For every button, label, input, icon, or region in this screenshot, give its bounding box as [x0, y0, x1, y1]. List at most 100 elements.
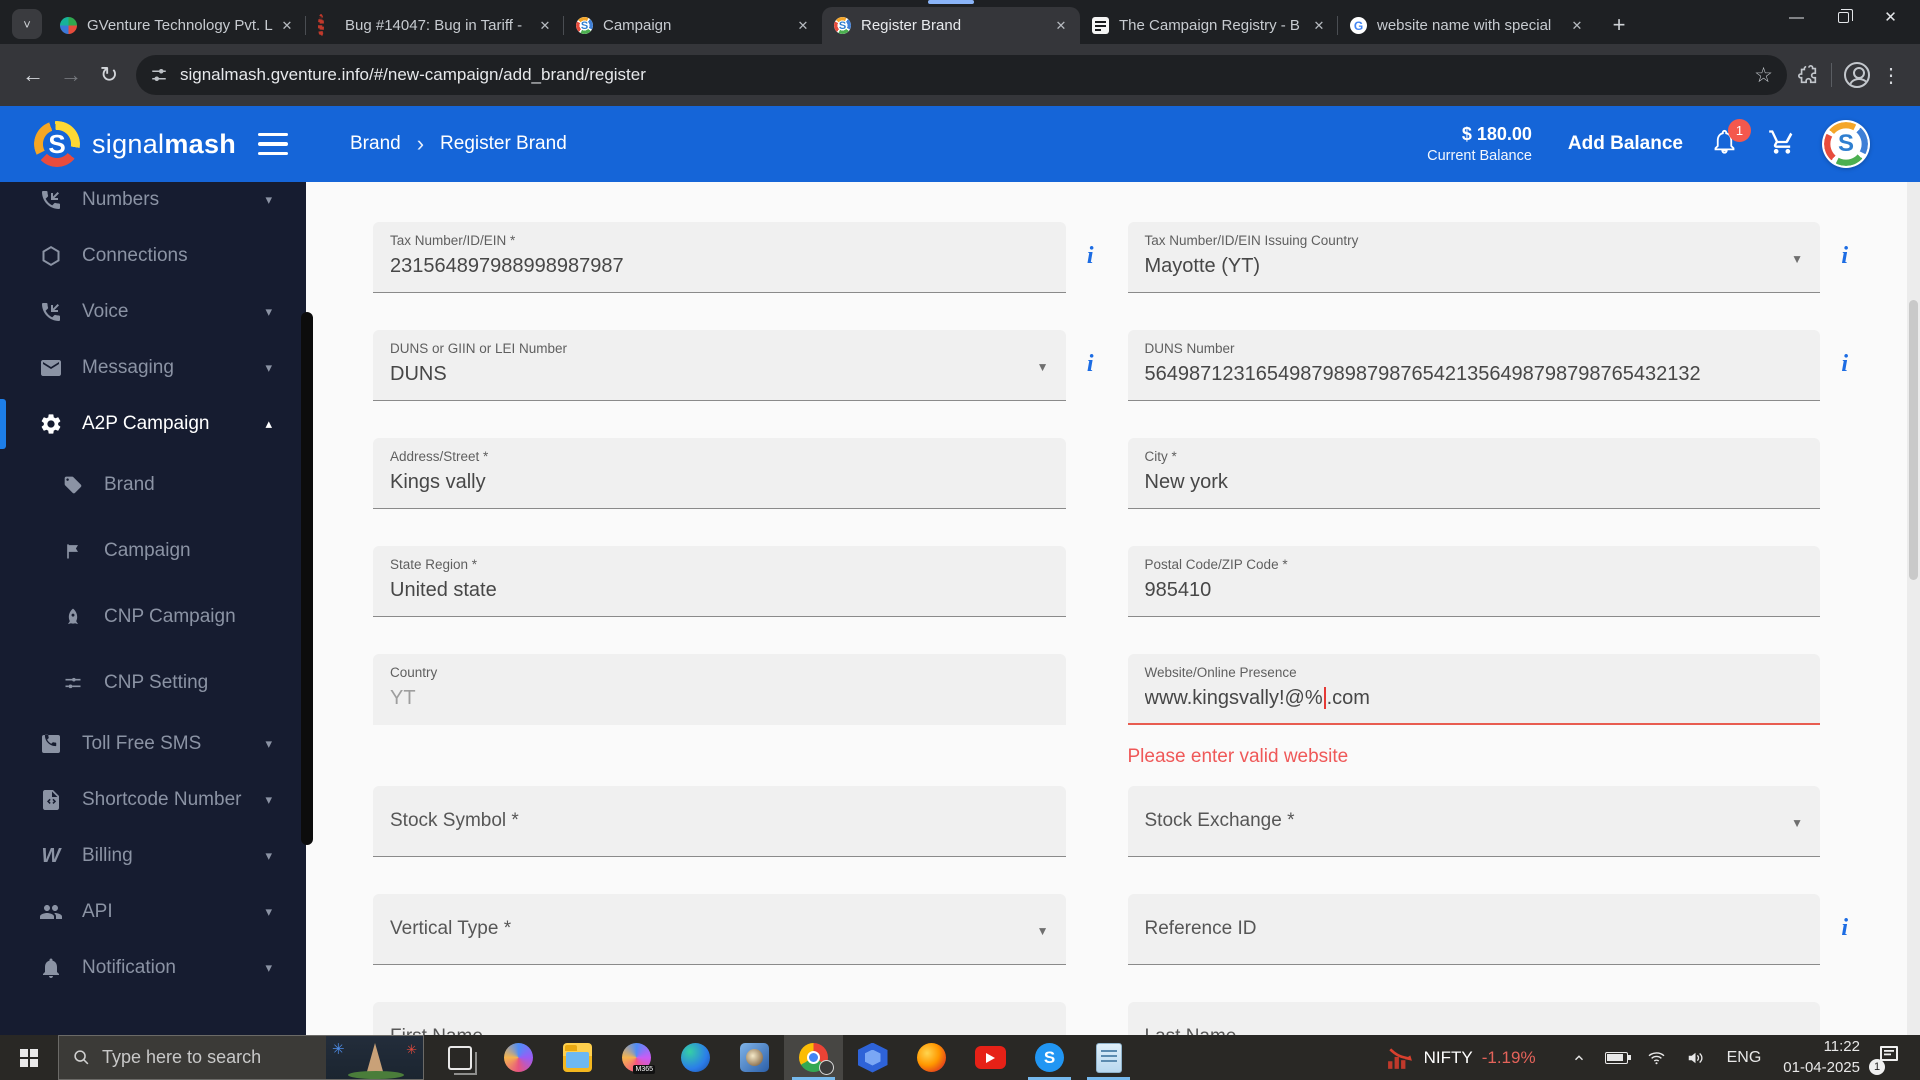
cart-button[interactable]	[1768, 128, 1796, 161]
sidebar-item-toll-free-sms[interactable]: Toll Free SMS ▾	[0, 716, 306, 772]
close-icon[interactable]: ✕	[794, 17, 812, 35]
postal-code-field[interactable]: Postal Code/ZIP Code * 985410	[1127, 546, 1820, 617]
sidebar-item-notification[interactable]: Notification ▾	[0, 940, 306, 996]
close-icon[interactable]: ✕	[1310, 17, 1328, 35]
page-scrollbar[interactable]	[1907, 182, 1920, 1035]
close-icon[interactable]: ✕	[536, 17, 554, 35]
close-icon[interactable]: ✕	[278, 17, 296, 35]
bookmark-star-icon[interactable]: ☆	[1754, 63, 1773, 88]
volume-icon[interactable]	[1685, 1049, 1706, 1067]
browser-profile-icon[interactable]	[1844, 62, 1870, 88]
youtube-button[interactable]	[961, 1035, 1020, 1080]
search-highlight-image[interactable]: ✳ ✳	[326, 1036, 423, 1079]
website-field[interactable]: Website/Online Presence www.kingsvally!@…	[1127, 654, 1820, 725]
sidebar-item-brand[interactable]: Brand	[0, 452, 306, 518]
hamburger-menu-icon[interactable]	[258, 132, 288, 156]
tax-number-field[interactable]: Tax Number/ID/EIN * 23156489798899898798…	[373, 222, 1094, 293]
restore-button[interactable]	[1820, 0, 1867, 34]
stock-symbol-field[interactable]: Stock Symbol *	[373, 786, 1066, 857]
sidebar-item-cnp-campaign[interactable]: CNP Campaign	[0, 584, 306, 650]
firefox-button[interactable]	[902, 1035, 961, 1080]
new-tab-button[interactable]: +	[1604, 10, 1634, 40]
state-region-field[interactable]: State Region * United state	[373, 546, 1066, 617]
tax-issuing-country-select[interactable]: Tax Number/ID/EIN Issuing Country Mayott…	[1127, 222, 1848, 293]
notepad-button[interactable]	[1079, 1035, 1138, 1080]
photo-viewer-button[interactable]	[725, 1035, 784, 1080]
address-bar[interactable]: signalmash.gventure.info/#/new-campaign/…	[136, 55, 1787, 95]
sidebar-item-voice[interactable]: Voice ▾	[0, 284, 306, 340]
copilot-app-button[interactable]	[489, 1035, 548, 1080]
wifi-icon[interactable]	[1646, 1049, 1667, 1067]
stock-exchange-select[interactable]: Stock Exchange * ▼	[1127, 786, 1820, 857]
user-avatar[interactable]: S	[1822, 120, 1870, 168]
url-text[interactable]: signalmash.gventure.info/#/new-campaign/…	[180, 65, 1744, 85]
add-balance-button[interactable]: Add Balance	[1568, 133, 1683, 155]
language-indicator[interactable]: ENG	[1727, 1049, 1762, 1067]
forward-button[interactable]: →	[52, 56, 90, 94]
duns-number-field[interactable]: DUNS Number 5649871231654987989879876542…	[1127, 330, 1848, 401]
tab-redmine-bug[interactable]: Bug #14047: Bug in Tariff - ✕	[305, 7, 564, 44]
info-icon[interactable]: i	[1841, 915, 1848, 942]
clock[interactable]: 11:22 01-04-2025	[1783, 1037, 1860, 1078]
tab-title: website name with special	[1377, 17, 1552, 34]
notification-center-button[interactable]: 1	[1869, 1043, 1902, 1075]
tab-campaign[interactable]: S Campaign ✕	[563, 7, 822, 44]
first-name-field[interactable]: First Name	[373, 1002, 1066, 1035]
tab-gventure[interactable]: GVenture Technology Pvt. L ✕	[48, 7, 306, 44]
tab-search-button[interactable]: ˅	[12, 9, 42, 39]
field-label: Postal Code/ZIP Code *	[1144, 557, 1288, 572]
signalmash-logo-icon[interactable]: S	[34, 121, 80, 167]
browser-menu-icon[interactable]: ⋮	[1876, 63, 1906, 88]
signalmash-logo-text[interactable]: signalmash	[92, 129, 236, 160]
close-window-button[interactable]: ✕	[1867, 0, 1914, 34]
hexagon-app-button[interactable]	[843, 1035, 902, 1080]
battery-icon[interactable]	[1604, 1051, 1631, 1064]
close-icon[interactable]: ✕	[1568, 17, 1586, 35]
start-button[interactable]	[0, 1035, 58, 1080]
stock-ticker-widget[interactable]: NIFTY -1.19%	[1385, 1045, 1536, 1071]
m365-copilot-button[interactable]	[607, 1035, 666, 1080]
reload-button[interactable]: ↻	[90, 56, 128, 94]
tab-google-search[interactable]: G website name with special ✕	[1337, 7, 1596, 44]
page-scrollbar-thumb[interactable]	[1909, 300, 1918, 580]
sidebar-scrollbar-thumb[interactable]	[301, 312, 313, 845]
sidebar-item-connections[interactable]: Connections	[0, 228, 306, 284]
last-name-field[interactable]: Last Name	[1127, 1002, 1820, 1035]
duns-type-select[interactable]: DUNS or GIIN or LEI Number DUNS ▼ i	[373, 330, 1094, 401]
city-field[interactable]: City * New york	[1127, 438, 1820, 509]
tray-chevron-up-icon[interactable]	[1571, 1051, 1587, 1065]
edge-button[interactable]	[666, 1035, 725, 1080]
notifications-bell-button[interactable]: 1	[1711, 119, 1751, 160]
info-icon[interactable]: i	[1087, 243, 1094, 270]
tab-campaign-registry[interactable]: The Campaign Registry - B ✕	[1080, 7, 1338, 44]
sidebar-item-numbers[interactable]: Numbers ▾	[0, 182, 306, 228]
sidebar-item-api[interactable]: API ▾	[0, 884, 306, 940]
sidebar-item-campaign[interactable]: Campaign	[0, 518, 306, 584]
tab-register-brand[interactable]: S Register Brand ✕	[822, 0, 1080, 44]
address-street-field[interactable]: Address/Street * Kings vally	[373, 438, 1066, 509]
back-button[interactable]: ←	[14, 56, 52, 94]
sidebar-item-messaging[interactable]: Messaging ▾	[0, 340, 306, 396]
taskbar-apps: S	[430, 1035, 1138, 1080]
vertical-type-select[interactable]: Vertical Type * ▼	[373, 894, 1066, 965]
info-icon[interactable]: i	[1087, 351, 1094, 378]
info-icon[interactable]: i	[1841, 351, 1848, 378]
extensions-icon[interactable]	[1797, 64, 1819, 86]
breadcrumb-brand[interactable]: Brand	[350, 133, 401, 155]
task-view-button[interactable]	[430, 1035, 489, 1080]
sidebar-item-a2p-campaign[interactable]: A2P Campaign ▴	[0, 396, 306, 452]
sidebar-item-cnp-setting[interactable]: CNP Setting	[0, 650, 306, 716]
site-settings-icon[interactable]	[150, 66, 168, 84]
search-placeholder: Type here to search	[102, 1047, 262, 1067]
close-icon[interactable]: ✕	[1052, 17, 1070, 35]
reference-id-field[interactable]: Reference ID i	[1127, 894, 1848, 965]
chrome-button[interactable]	[784, 1035, 843, 1080]
file-explorer-button[interactable]	[548, 1035, 607, 1080]
sidebar-item-label: Brand	[104, 474, 155, 495]
sidebar-item-billing[interactable]: W Billing ▾	[0, 828, 306, 884]
taskbar-search-box[interactable]: Type here to search ✳ ✳	[58, 1035, 424, 1080]
skype-button[interactable]: S	[1020, 1035, 1079, 1080]
info-icon[interactable]: i	[1841, 243, 1848, 270]
minimize-button[interactable]: —	[1773, 0, 1820, 34]
sidebar-item-shortcode-number[interactable]: Shortcode Number ▾	[0, 772, 306, 828]
